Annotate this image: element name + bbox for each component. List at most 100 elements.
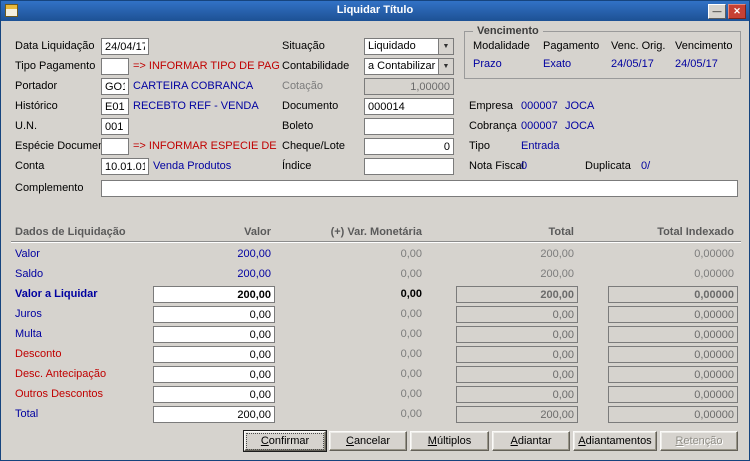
boleto-input[interactable] bbox=[364, 118, 454, 135]
row-saldo-valor: 200,00 bbox=[237, 268, 271, 280]
vencimento-groupbox: Vencimento Modalidade Pagamento Venc. Or… bbox=[464, 25, 741, 79]
portador-label: Portador bbox=[15, 80, 58, 92]
title-bar: Liquidar Título — ✕ bbox=[1, 1, 749, 21]
conta-description: Venda Produtos bbox=[153, 160, 232, 172]
liquidar-titulo-window: Liquidar Título — ✕ Data Liquidação Tipo… bbox=[0, 0, 750, 461]
adiantar-button[interactable]: Adiantar bbox=[492, 431, 570, 451]
especie-documento-label: Espécie Documento bbox=[15, 140, 114, 152]
row-valor-a-liquidar-var: 0,00 bbox=[400, 288, 422, 300]
situacao-label: Situação bbox=[282, 40, 325, 52]
row-valor-label: Valor bbox=[15, 248, 40, 260]
empresa-code: 000007 bbox=[521, 100, 558, 112]
row-saldo-total: 200,00 bbox=[540, 268, 574, 280]
row-valor-valor: 200,00 bbox=[237, 248, 271, 260]
window-controls: — ✕ bbox=[708, 4, 746, 19]
outros-descontos-indexado-input bbox=[608, 386, 738, 403]
multa-total-input bbox=[456, 326, 578, 343]
cancelar-button[interactable]: Cancelar bbox=[329, 431, 407, 451]
row-valor-indexado: 0,00000 bbox=[694, 248, 734, 260]
col-header-var-monetaria: (+) Var. Monetária bbox=[330, 226, 422, 238]
conta-input[interactable] bbox=[101, 158, 149, 175]
multiplos-button[interactable]: Múltiplos bbox=[410, 431, 489, 451]
desc-antecipacao-input[interactable] bbox=[153, 366, 275, 383]
venc-orig-header: Venc. Orig. bbox=[611, 40, 666, 52]
pagamento-value: Exato bbox=[543, 58, 572, 70]
tipo-pagamento-hint: => INFORMAR TIPO DE PAGAMENTO bbox=[133, 60, 279, 72]
tipo-pagamento-input[interactable] bbox=[101, 58, 129, 75]
vencimento-value: 24/05/17 bbox=[675, 58, 718, 70]
contabilidade-value: a Contabilizar bbox=[368, 60, 436, 72]
contabilidade-select[interactable]: a Contabilizar ▼ bbox=[364, 58, 454, 75]
pagamento-header: Pagamento bbox=[543, 40, 600, 52]
row-outros-descontos-label: Outros Descontos bbox=[15, 388, 104, 400]
adiantar-button-label: Adiantar bbox=[510, 434, 552, 447]
chevron-down-icon: ▼ bbox=[438, 39, 453, 54]
duplicata-value: 0/ bbox=[641, 160, 651, 172]
juros-input[interactable] bbox=[153, 306, 275, 323]
situacao-select[interactable]: Liquidado ▼ bbox=[364, 38, 454, 55]
cotacao-label: Cotação bbox=[282, 80, 323, 92]
multiplos-button-label: Múltiplos bbox=[427, 434, 472, 447]
desc-antecipacao-indexado-input bbox=[608, 366, 738, 383]
row-multa-label: Multa bbox=[15, 328, 42, 340]
especie-documento-input[interactable] bbox=[101, 138, 129, 155]
tipo-label: Tipo bbox=[469, 140, 490, 152]
situacao-value: Liquidado bbox=[368, 40, 416, 52]
un-input[interactable] bbox=[101, 118, 129, 135]
chevron-down-icon: ▼ bbox=[438, 59, 453, 74]
row-multa-var: 0,00 bbox=[400, 328, 422, 340]
venc-orig-value: 24/05/17 bbox=[611, 58, 654, 70]
data-liquidacao-label: Data Liquidação bbox=[15, 40, 95, 52]
data-liquidacao-input[interactable] bbox=[101, 38, 149, 55]
documento-input[interactable] bbox=[364, 98, 454, 115]
confirmar-button-label: Confirmar bbox=[246, 432, 324, 450]
modalidade-header: Modalidade bbox=[473, 40, 530, 52]
cotacao-input bbox=[364, 78, 454, 95]
row-desconto-var: 0,00 bbox=[400, 348, 422, 360]
complemento-input[interactable] bbox=[101, 180, 738, 197]
desconto-indexado-input bbox=[608, 346, 738, 363]
window-title: Liquidar Título bbox=[336, 4, 414, 16]
outros-descontos-total-input bbox=[456, 386, 578, 403]
multa-indexado-input bbox=[608, 326, 738, 343]
historico-input[interactable] bbox=[101, 98, 129, 115]
valor-a-liquidar-total-input bbox=[456, 286, 578, 303]
valor-a-liquidar-input[interactable] bbox=[153, 286, 275, 303]
button-row: Confirmar Cancelar Múltiplos Adiantar Ad… bbox=[244, 431, 738, 451]
confirmar-button[interactable]: Confirmar bbox=[244, 431, 326, 451]
vencimento-header: Vencimento bbox=[675, 40, 733, 52]
row-total-label: Total bbox=[15, 408, 39, 420]
minimize-button[interactable]: — bbox=[708, 4, 726, 19]
tipo-value: Entrada bbox=[521, 140, 560, 152]
total-total-input bbox=[456, 406, 578, 423]
documento-label: Documento bbox=[282, 100, 339, 112]
cobranca-label: Cobrança bbox=[469, 120, 517, 132]
retencao-button-label: Retenção bbox=[675, 434, 723, 447]
row-total-var: 0,00 bbox=[400, 408, 422, 420]
close-button[interactable]: ✕ bbox=[728, 4, 746, 19]
row-saldo-label: Saldo bbox=[15, 268, 44, 280]
outros-descontos-input[interactable] bbox=[153, 386, 275, 403]
historico-description: RECEBTO REF - VENDA bbox=[133, 100, 259, 112]
total-indexado-input bbox=[608, 406, 738, 423]
multa-input[interactable] bbox=[153, 326, 275, 343]
nota-fiscal-value: 0 bbox=[521, 160, 528, 172]
total-input[interactable] bbox=[153, 406, 275, 423]
tipo-pagamento-label: Tipo Pagamento bbox=[15, 60, 96, 72]
portador-input[interactable] bbox=[101, 78, 129, 95]
desconto-input[interactable] bbox=[153, 346, 275, 363]
desconto-total-input bbox=[456, 346, 578, 363]
adiantamentos-button[interactable]: Adiantamentos bbox=[573, 431, 657, 451]
historico-label: Histórico bbox=[15, 100, 58, 112]
un-label: U.N. bbox=[15, 120, 37, 132]
cheque-lote-input[interactable] bbox=[364, 138, 454, 155]
indice-input[interactable] bbox=[364, 158, 454, 175]
col-header-valor: Valor bbox=[244, 226, 271, 238]
header-divider bbox=[11, 241, 741, 242]
dados-liquidacao-title: Dados de Liquidação bbox=[15, 226, 126, 238]
complemento-label: Complemento bbox=[15, 182, 84, 194]
row-valor-var: 0,00 bbox=[400, 248, 422, 260]
vencimento-group-title: Vencimento bbox=[473, 25, 543, 38]
empresa-name: JOCA bbox=[565, 100, 595, 112]
desc-antecipacao-total-input bbox=[456, 366, 578, 383]
